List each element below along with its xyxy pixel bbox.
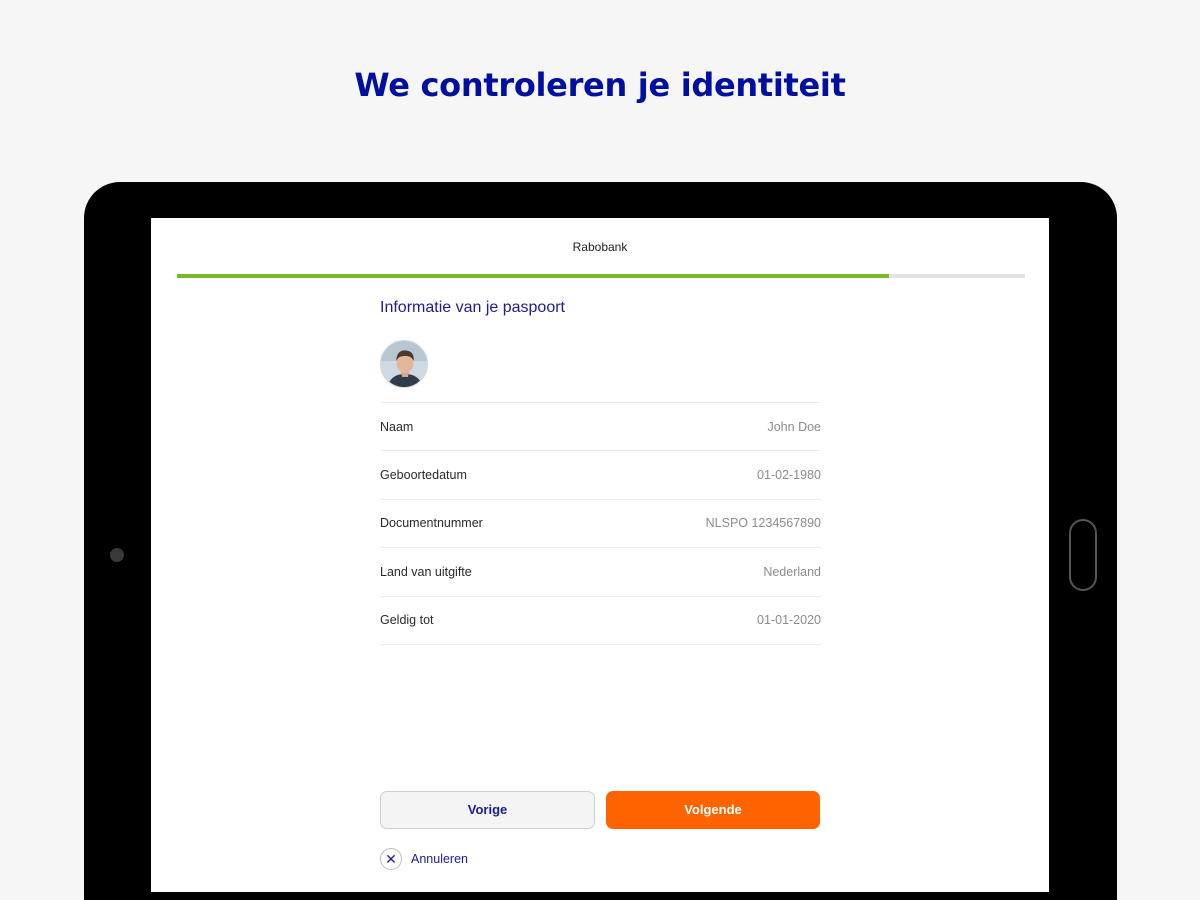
tablet-screen: Rabobank Informatie van je paspoort Naam… — [151, 218, 1049, 892]
detail-value: Nederland — [763, 564, 821, 579]
detail-value: 01-01-2020 — [757, 613, 821, 628]
detail-row-naam: Naam John Doe — [380, 403, 821, 452]
page-headline: We controleren je identiteit — [354, 66, 846, 104]
passport-photo-avatar — [380, 340, 428, 388]
detail-value: NLSPO 1234567890 — [705, 516, 821, 531]
detail-row-geboortedatum: Geboortedatum 01-02-1980 — [380, 451, 821, 500]
progress-bar — [177, 274, 1025, 278]
passport-details-list: Naam John Doe Geboortedatum 01-02-1980 D… — [380, 402, 821, 645]
detail-row-geldig-tot: Geldig tot 01-01-2020 — [380, 597, 821, 645]
detail-label: Geldig tot — [380, 613, 434, 628]
progress-fill — [177, 274, 890, 278]
cancel-label[interactable]: Annuleren — [411, 852, 468, 866]
person-photo-icon — [381, 341, 427, 387]
detail-label: Geboortedatum — [380, 468, 467, 483]
cancel-link[interactable]: ✕ Annuleren — [380, 848, 468, 870]
tablet-frame: Rabobank Informatie van je paspoort Naam… — [84, 182, 1117, 900]
detail-value: 01-02-1980 — [757, 468, 821, 483]
page: We controleren je identiteit Rabobank In… — [0, 0, 1200, 900]
detail-row-documentnummer: Documentnummer NLSPO 1234567890 — [380, 500, 821, 549]
detail-label: Naam — [380, 419, 414, 434]
passport-info: Informatie van je paspoort Naam John Doe… — [380, 298, 821, 645]
next-button[interactable]: Volgende — [606, 791, 820, 829]
camera-dot — [110, 548, 124, 562]
home-button — [1069, 519, 1097, 591]
detail-label: Land van uitgifte — [380, 564, 472, 579]
detail-row-land-van-uitgifte: Land van uitgifte Nederland — [380, 548, 821, 597]
previous-button[interactable]: Vorige — [380, 791, 595, 829]
section-title: Informatie van je paspoort — [380, 299, 565, 316]
detail-value: John Doe — [767, 419, 821, 434]
close-icon[interactable]: ✕ — [380, 848, 402, 870]
app-title: Rabobank — [572, 240, 628, 254]
detail-label: Documentnummer — [380, 516, 483, 531]
